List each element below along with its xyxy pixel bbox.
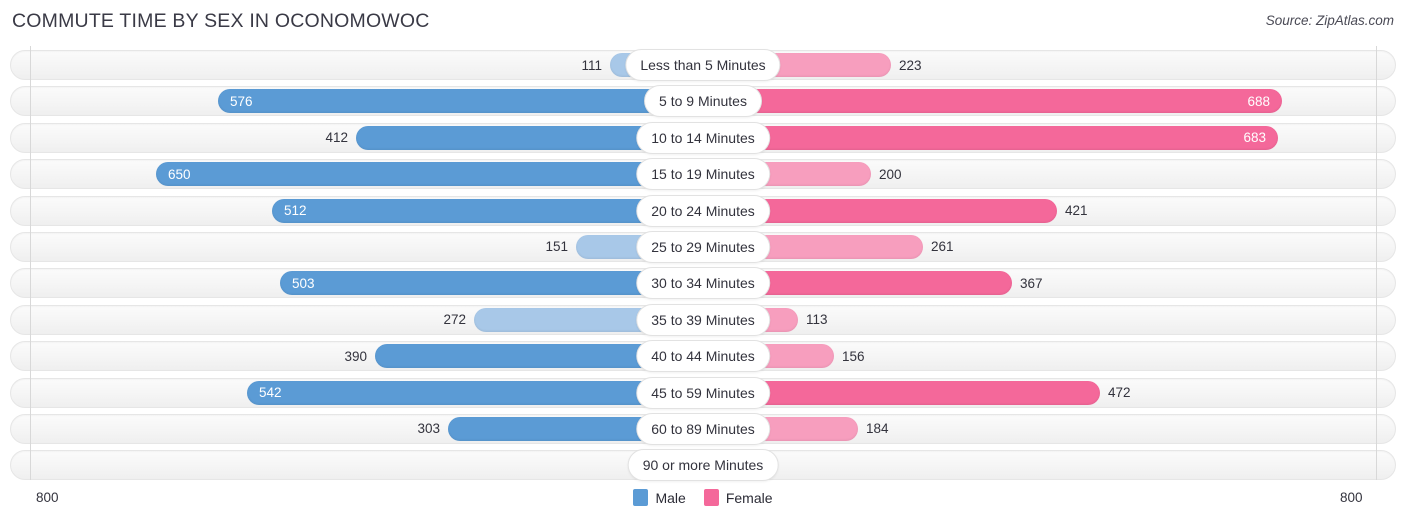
legend-swatch-female-icon bbox=[703, 489, 719, 506]
chart-footer: 800 800 Male Female bbox=[0, 486, 1406, 523]
page-title: COMMUTE TIME BY SEX IN OCONOMOWOC bbox=[12, 10, 430, 32]
bar-row: 576 688 5 to 9 Minutes bbox=[0, 85, 1406, 118]
bar-row-bars: 503 367 30 to 34 Minutes bbox=[0, 267, 1406, 300]
category-label-pill[interactable]: 25 to 29 Minutes bbox=[636, 230, 770, 263]
bar-row-bars: 622690 or more Minutes bbox=[0, 449, 1406, 482]
chart-legend: Male Female bbox=[0, 489, 1406, 506]
bar-value-male: 151 bbox=[545, 239, 568, 255]
legend-label-female: Female bbox=[725, 489, 773, 506]
bar-row: 622690 or more Minutes bbox=[0, 449, 1406, 482]
chart-plot-area: 111 223 Less than 5 Minutes 576 688 5 to 9 Mi… bbox=[0, 46, 1406, 486]
legend-item-male[interactable]: Male bbox=[633, 489, 686, 506]
bar-value-female: 421 bbox=[1065, 203, 1088, 219]
bar-value-male: 542 bbox=[259, 385, 282, 401]
category-label-pill[interactable]: 20 to 24 Minutes bbox=[636, 194, 770, 227]
bar-value-female: 261 bbox=[931, 239, 954, 255]
category-label-pill[interactable]: 35 to 39 Minutes bbox=[636, 303, 770, 336]
category-label-pill[interactable]: Less than 5 Minutes bbox=[625, 49, 781, 81]
category-label-pill[interactable]: 90 or more Minutes bbox=[627, 449, 779, 482]
bar-row-bars: 303 184 60 to 89 Minutes bbox=[0, 412, 1406, 445]
bar-row: 272 113 35 to 39 Minutes bbox=[0, 303, 1406, 336]
bar-row-bars: 272 113 35 to 39 Minutes bbox=[0, 303, 1406, 336]
bar-value-female: 472 bbox=[1108, 385, 1131, 401]
bar-value-male: 576 bbox=[230, 93, 253, 109]
bar-value-male: 111 bbox=[581, 57, 602, 73]
bar-row: 390 156 40 to 44 Minutes bbox=[0, 340, 1406, 373]
bar-value-female: 688 bbox=[1247, 93, 1270, 109]
bar-value-male: 303 bbox=[417, 421, 440, 437]
bar-value-male: 503 bbox=[292, 275, 315, 291]
category-label-pill[interactable]: 15 to 19 Minutes bbox=[636, 158, 770, 191]
bar-value-female: 200 bbox=[879, 166, 902, 182]
bar-value-male: 412 bbox=[325, 130, 348, 146]
bar-value-female: 223 bbox=[899, 57, 922, 73]
bar-row-bars: 390 156 40 to 44 Minutes bbox=[0, 340, 1406, 373]
bar-row-bars: 542 472 45 to 59 Minutes bbox=[0, 376, 1406, 409]
bar-row: 512 421 20 to 24 Minutes bbox=[0, 194, 1406, 227]
bar-male[interactable] bbox=[156, 162, 703, 187]
bar-row-bars: 512 421 20 to 24 Minutes bbox=[0, 194, 1406, 227]
bar-row: 303 184 60 to 89 Minutes bbox=[0, 412, 1406, 445]
bar-row-bars: 151 261 25 to 29 Minutes bbox=[0, 230, 1406, 263]
bar-value-female: 156 bbox=[842, 348, 865, 364]
bar-row: 412 683 10 to 14 Minutes bbox=[0, 121, 1406, 154]
bar-value-male: 62 bbox=[0, 453, 643, 477]
bar-row-bars: 650 200 15 to 19 Minutes bbox=[0, 158, 1406, 191]
bar-row: 542 472 45 to 59 Minutes bbox=[0, 376, 1406, 409]
bar-row-bars: 412 683 10 to 14 Minutes bbox=[0, 121, 1406, 154]
category-label-pill[interactable]: 40 to 44 Minutes bbox=[636, 340, 770, 373]
bar-value-male: 272 bbox=[443, 312, 466, 328]
chart-header: COMMUTE TIME BY SEX IN OCONOMOWOC Source… bbox=[0, 0, 1406, 46]
bar-male[interactable] bbox=[218, 89, 703, 114]
bar-value-female: 184 bbox=[866, 421, 889, 437]
category-label-pill[interactable]: 60 to 89 Minutes bbox=[636, 412, 770, 445]
bar-row: 151 261 25 to 29 Minutes bbox=[0, 230, 1406, 263]
category-label-pill[interactable]: 5 to 9 Minutes bbox=[644, 85, 762, 118]
legend-swatch-male-icon bbox=[633, 489, 649, 506]
bar-row: 650 200 15 to 19 Minutes bbox=[0, 158, 1406, 191]
bar-value-male: 650 bbox=[168, 166, 191, 182]
bar-female[interactable] bbox=[703, 89, 1282, 114]
bar-male[interactable] bbox=[247, 380, 703, 405]
bar-rows-container: 111 223 Less than 5 Minutes 576 688 5 to 9 Mi… bbox=[0, 49, 1406, 487]
category-label-pill[interactable]: 45 to 59 Minutes bbox=[636, 376, 770, 409]
legend-item-female[interactable]: Female bbox=[703, 489, 773, 506]
bar-value-male: 512 bbox=[284, 203, 307, 219]
source-attribution: Source: ZipAtlas.com bbox=[1265, 13, 1394, 28]
bar-value-male: 390 bbox=[344, 348, 367, 364]
bar-value-female: 683 bbox=[1243, 130, 1266, 146]
bar-female[interactable] bbox=[703, 125, 1278, 150]
bar-row: 111 223 Less than 5 Minutes bbox=[0, 49, 1406, 81]
bar-value-female: 367 bbox=[1020, 275, 1043, 291]
bar-row: 503 367 30 to 34 Minutes bbox=[0, 267, 1406, 300]
bar-value-female: 113 bbox=[806, 312, 828, 328]
category-label-pill[interactable]: 30 to 34 Minutes bbox=[636, 267, 770, 300]
axis-line-left bbox=[30, 46, 31, 480]
legend-label-male: Male bbox=[655, 489, 686, 506]
category-label-pill[interactable]: 10 to 14 Minutes bbox=[636, 121, 770, 154]
axis-line-right bbox=[1376, 46, 1377, 480]
bar-row-bars: 576 688 5 to 9 Minutes bbox=[0, 85, 1406, 118]
bar-row-bars: 111 223 Less than 5 Minutes bbox=[0, 49, 1406, 81]
